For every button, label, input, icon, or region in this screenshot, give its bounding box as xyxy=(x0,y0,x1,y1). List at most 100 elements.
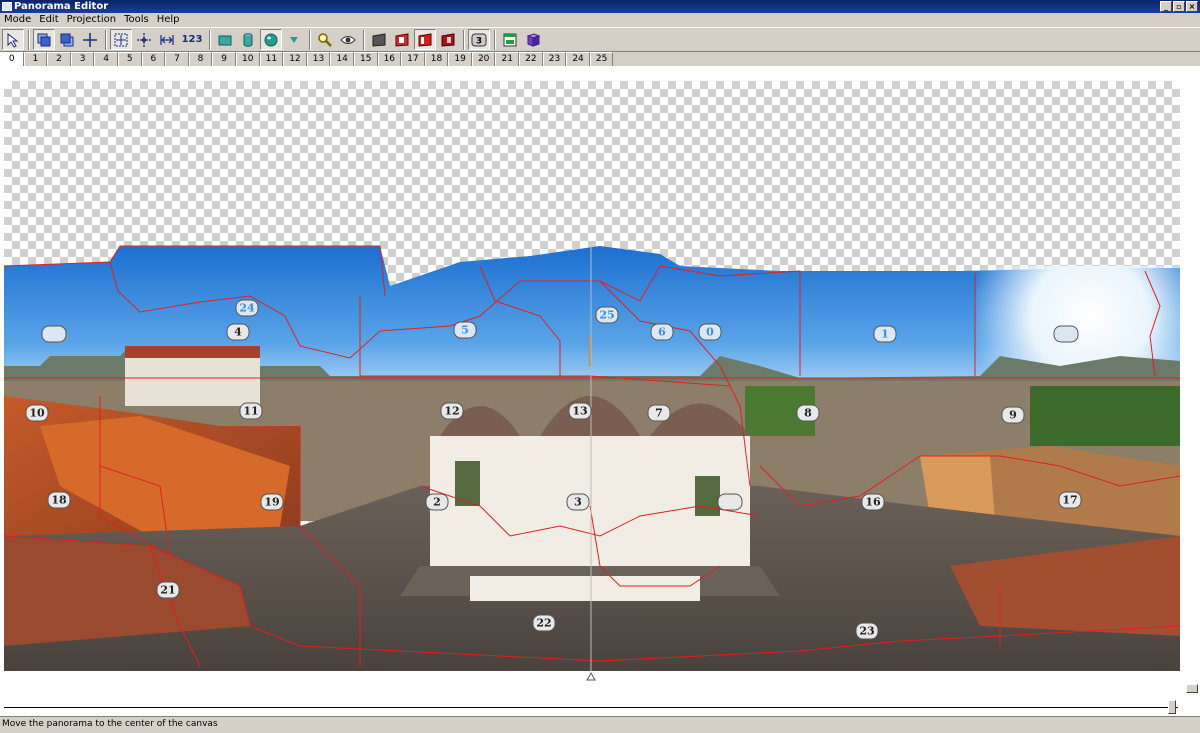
tab-6[interactable]: 6 xyxy=(141,52,166,66)
tab-17[interactable]: 17 xyxy=(401,52,425,66)
panorama-image[interactable]: 24 4 5 25 6 0 1 10 11 12 13 7 8 9 18 19 … xyxy=(0,66,1200,698)
segment-label-text: 7 xyxy=(655,407,663,420)
segment-label[interactable]: 21 xyxy=(156,581,180,599)
segment-label-text: 11 xyxy=(243,405,258,418)
plane-projection-icon[interactable] xyxy=(214,29,236,50)
horizontal-slider xyxy=(0,698,1200,716)
segment-label-text: 24 xyxy=(239,302,255,315)
tab-15[interactable]: 15 xyxy=(353,52,378,66)
segment-label[interactable]: 22 xyxy=(532,614,556,632)
tab-3[interactable]: 3 xyxy=(70,52,95,66)
segment-label[interactable]: 24 xyxy=(235,299,259,317)
segment-label[interactable]: 9 xyxy=(1001,406,1025,424)
tab-1[interactable]: 1 xyxy=(23,52,48,66)
menu-mode[interactable]: Mode xyxy=(0,13,35,27)
segment-label[interactable]: 12 xyxy=(440,402,464,420)
layers-back-icon[interactable] xyxy=(56,29,78,50)
segment-label[interactable]: 18 xyxy=(47,491,71,509)
segment-label[interactable]: 3 xyxy=(566,493,590,511)
slider-thumb[interactable] xyxy=(1168,700,1176,714)
tab-21[interactable]: 21 xyxy=(495,52,520,66)
segment-label[interactable]: 25 xyxy=(595,306,619,324)
tab-20[interactable]: 20 xyxy=(471,52,496,66)
segment-label[interactable]: 6 xyxy=(650,323,674,341)
left-building-red-roof xyxy=(125,346,260,358)
app-icon xyxy=(2,2,12,11)
tab-18[interactable]: 18 xyxy=(424,52,449,66)
segment-label-blank-right[interactable] xyxy=(1053,325,1079,343)
tab-14[interactable]: 14 xyxy=(330,52,354,66)
segment-label[interactable]: 11 xyxy=(239,402,263,420)
panorama-canvas[interactable]: 24 4 5 25 6 0 1 10 11 12 13 7 8 9 18 19 … xyxy=(0,66,1200,698)
layers-front-icon[interactable] xyxy=(33,29,55,50)
frame-red-selected-icon[interactable] xyxy=(414,29,436,50)
fit-canvas-icon[interactable] xyxy=(110,29,132,50)
segment-label-text: 8 xyxy=(804,407,812,420)
segment-label-text: 12 xyxy=(444,405,459,418)
vertical-slider-handle[interactable] xyxy=(1186,684,1198,693)
segment-label[interactable]: 17 xyxy=(1058,491,1082,509)
tab-5[interactable]: 5 xyxy=(117,52,142,66)
segment-label-text: 0 xyxy=(706,326,714,339)
menu-projection[interactable]: Projection xyxy=(63,13,120,27)
crosshair-icon[interactable] xyxy=(79,29,101,50)
tab-10[interactable]: 10 xyxy=(235,52,260,66)
segment-label[interactable]: 13 xyxy=(568,402,592,420)
number-labels-button[interactable]: 123 xyxy=(179,29,205,50)
segment-label-blank-left[interactable] xyxy=(41,325,67,343)
frame-red-icon[interactable] xyxy=(391,29,413,50)
stretch-horizontal-icon[interactable] xyxy=(156,29,178,50)
menu-tools[interactable]: Tools xyxy=(120,13,153,27)
segment-label[interactable]: 7 xyxy=(647,404,671,422)
tab-7[interactable]: 7 xyxy=(165,52,189,66)
sphere-projection-icon[interactable] xyxy=(260,29,282,50)
zoom-icon[interactable] xyxy=(314,29,336,50)
segment-label[interactable]: 1 xyxy=(873,325,897,343)
segment-label[interactable]: 0 xyxy=(698,323,722,341)
menu-bar: Mode Edit Projection Tools Help xyxy=(0,13,1200,27)
minimize-button[interactable]: _ xyxy=(1160,1,1172,12)
tab-2[interactable]: 2 xyxy=(47,52,71,66)
frame-red-dark-icon[interactable] xyxy=(437,29,459,50)
segment-label[interactable]: 19 xyxy=(260,493,284,511)
badge-button[interactable]: 3 xyxy=(468,29,490,50)
window-title: Panorama Editor xyxy=(14,1,109,12)
select-arrow-icon[interactable] xyxy=(2,29,24,50)
tab-0[interactable]: 0 xyxy=(0,52,24,66)
window-green-icon[interactable] xyxy=(499,29,521,50)
tab-12[interactable]: 12 xyxy=(283,52,307,66)
segment-label[interactable]: 16 xyxy=(861,493,885,511)
tab-4[interactable]: 4 xyxy=(94,52,118,66)
tab-8[interactable]: 8 xyxy=(188,52,213,66)
segment-label-text: 18 xyxy=(51,494,67,507)
segment-label-blank-center[interactable] xyxy=(717,493,743,511)
center-marker-icon[interactable] xyxy=(586,671,596,681)
tab-23[interactable]: 23 xyxy=(542,52,567,66)
tab-22[interactable]: 22 xyxy=(519,52,543,66)
book-icon[interactable] xyxy=(522,29,544,50)
close-button[interactable]: × xyxy=(1186,1,1198,12)
maximize-button[interactable]: ▫ xyxy=(1173,1,1185,12)
segment-label-text: 9 xyxy=(1009,409,1017,422)
menu-help[interactable]: Help xyxy=(153,13,184,27)
cylinder-projection-icon[interactable] xyxy=(237,29,259,50)
segment-label[interactable]: 10 xyxy=(25,404,49,422)
segment-label[interactable]: 2 xyxy=(425,493,449,511)
dropdown-triangle-icon[interactable] xyxy=(283,29,305,50)
tab-24[interactable]: 24 xyxy=(566,52,590,66)
eye-icon[interactable] xyxy=(337,29,359,50)
segment-label[interactable]: 4 xyxy=(226,323,250,341)
segment-label[interactable]: 8 xyxy=(796,404,820,422)
frame-gray-icon[interactable] xyxy=(368,29,390,50)
tab-13[interactable]: 13 xyxy=(306,52,331,66)
segment-label[interactable]: 5 xyxy=(453,321,477,339)
tab-16[interactable]: 16 xyxy=(377,52,402,66)
tab-11[interactable]: 11 xyxy=(259,52,284,66)
tab-25[interactable]: 25 xyxy=(589,52,614,66)
toolbar-separator xyxy=(363,29,365,50)
menu-edit[interactable]: Edit xyxy=(35,13,62,27)
segment-label[interactable]: 23 xyxy=(855,622,879,640)
move-center-icon[interactable] xyxy=(133,29,155,50)
tab-19[interactable]: 19 xyxy=(448,52,472,66)
tab-9[interactable]: 9 xyxy=(212,52,236,66)
